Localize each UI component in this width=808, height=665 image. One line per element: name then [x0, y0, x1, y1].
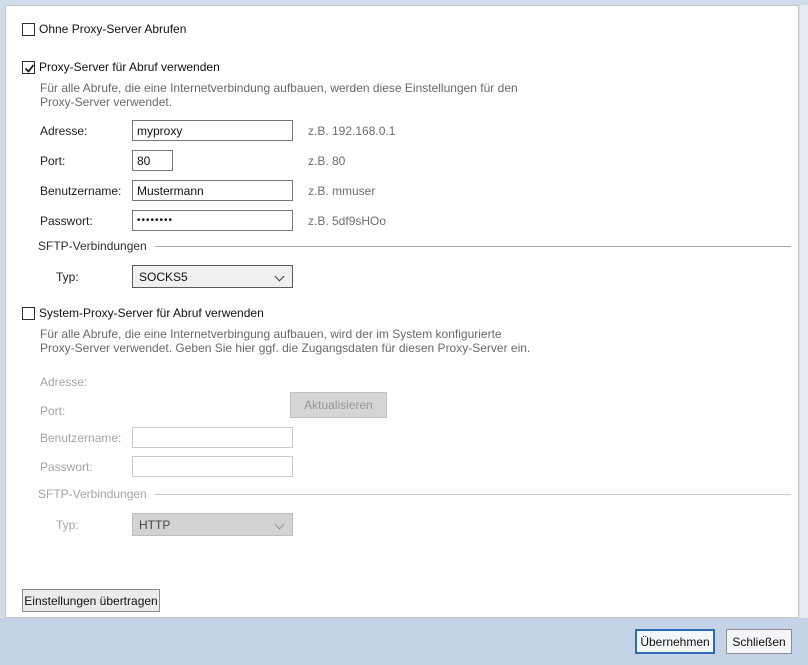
- system-port-label: Port:: [40, 404, 65, 418]
- system-proxy-description: Für alle Abrufe, die eine Internetverbin…: [40, 327, 530, 355]
- close-button[interactable]: Schließen: [726, 629, 792, 654]
- system-username-label: Benutzername:: [40, 431, 121, 445]
- system-type-dropdown-value: HTTP: [139, 518, 170, 532]
- system-type-label: Typ:: [56, 518, 79, 532]
- type-label: Typ:: [56, 270, 79, 284]
- manual-proxy-checkbox[interactable]: [22, 61, 35, 74]
- address-hint: z.B. 192.168.0.1: [308, 124, 395, 138]
- username-hint: z.B. mmuser: [308, 184, 375, 198]
- sftp-group-header: SFTP-Verbindungen: [38, 239, 791, 253]
- system-sftp-group-header: SFTP-Verbindungen: [38, 487, 791, 501]
- no-proxy-checkbox-row: Ohne Proxy-Server Abrufen: [22, 22, 186, 36]
- password-hint: z.B. 5df9sHOo: [308, 214, 386, 228]
- sftp-group-label: SFTP-Verbindungen: [38, 239, 147, 253]
- system-password-label: Passwort:: [40, 460, 93, 474]
- proxy-settings-dialog: Ohne Proxy-Server Abrufen Proxy-Server f…: [0, 0, 808, 665]
- port-input[interactable]: [132, 150, 173, 171]
- system-sftp-group-label: SFTP-Verbindungen: [38, 487, 147, 501]
- checkmark-icon: [23, 62, 36, 75]
- type-dropdown-value: SOCKS5: [139, 270, 188, 284]
- port-hint: z.B. 80: [308, 154, 345, 168]
- group-divider-line: [155, 494, 791, 495]
- manual-proxy-checkbox-row: Proxy-Server für Abruf verwenden: [22, 60, 220, 74]
- group-divider-line: [155, 246, 791, 247]
- no-proxy-checkbox-label: Ohne Proxy-Server Abrufen: [39, 22, 186, 36]
- apply-button[interactable]: Übernehmen: [635, 629, 715, 654]
- system-password-input: [132, 456, 293, 477]
- transfer-settings-button[interactable]: Einstellungen übertragen: [22, 589, 160, 612]
- system-type-dropdown: HTTP: [132, 513, 293, 536]
- manual-proxy-description: Für alle Abrufe, die eine Internetverbin…: [40, 81, 518, 109]
- no-proxy-checkbox[interactable]: [22, 23, 35, 36]
- password-input[interactable]: [132, 210, 293, 231]
- username-input[interactable]: [132, 180, 293, 201]
- system-proxy-checkbox-row: System-Proxy-Server für Abruf verwenden: [22, 306, 264, 320]
- chevron-down-icon: [275, 520, 285, 530]
- password-label: Passwort:: [40, 214, 93, 228]
- port-label: Port:: [40, 154, 65, 168]
- system-address-label: Adresse:: [40, 375, 87, 389]
- refresh-button: Aktualisieren: [290, 392, 387, 418]
- username-label: Benutzername:: [40, 184, 121, 198]
- address-label: Adresse:: [40, 124, 87, 138]
- system-proxy-checkbox[interactable]: [22, 307, 35, 320]
- system-username-input: [132, 427, 293, 448]
- type-dropdown[interactable]: SOCKS5: [132, 265, 293, 288]
- scrollbar-track[interactable]: [799, 5, 808, 618]
- address-input[interactable]: [132, 120, 293, 141]
- chevron-down-icon: [275, 272, 285, 282]
- manual-proxy-checkbox-label: Proxy-Server für Abruf verwenden: [39, 60, 220, 74]
- system-proxy-checkbox-label: System-Proxy-Server für Abruf verwenden: [39, 306, 264, 320]
